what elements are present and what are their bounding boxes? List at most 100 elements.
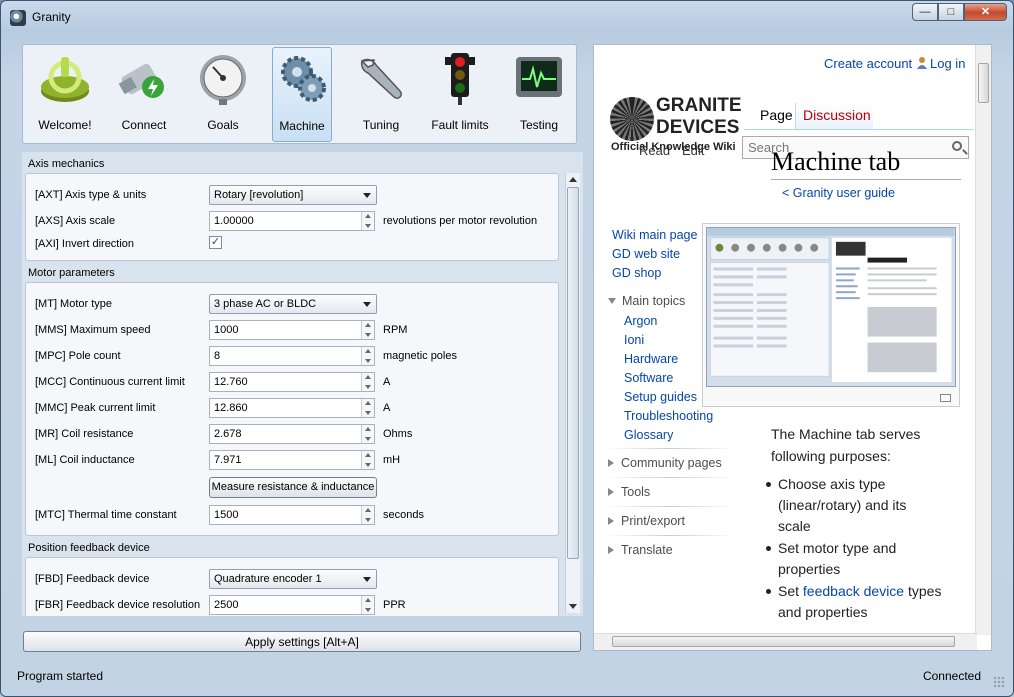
spin-buttons[interactable] (361, 399, 374, 417)
feedback-group: [FBD] Feedback device Quadrature encoder… (25, 557, 559, 616)
spin-buttons[interactable] (361, 596, 374, 614)
collapsed-icon (608, 459, 614, 467)
main-topics-header[interactable]: Main topics (608, 294, 685, 308)
spin-buttons[interactable] (361, 347, 374, 365)
spin-buttons[interactable] (361, 373, 374, 391)
tab-read[interactable]: Read (639, 143, 670, 158)
pole-count-input[interactable]: 8 (209, 346, 375, 366)
list-item: Choose axis type (linear/rotary) and its s… (766, 474, 973, 537)
apply-settings-button[interactable]: Apply settings [Alt+A] (23, 631, 581, 652)
axis-mechanics-group: [AXT] Axis type & units Rotary [revoluti… (25, 173, 559, 261)
scroll-up-icon[interactable] (569, 177, 577, 182)
power-icon (41, 57, 89, 102)
user-icon (917, 57, 927, 69)
continuous-current-input[interactable]: 12.760 (209, 372, 375, 392)
nav-wiki-main-page[interactable]: Wiki main page (612, 228, 697, 242)
tools-header[interactable]: Tools (608, 485, 650, 499)
coil-inductance-input[interactable]: 7.971 (209, 450, 375, 470)
spin-buttons[interactable] (361, 212, 374, 230)
nav-setup-guides[interactable]: Setup guides (624, 390, 697, 404)
feedback-resolution-input[interactable]: 2500 (209, 595, 375, 615)
wiki-panel: Create account Log in GRANITE DEVICES Of… (593, 44, 992, 651)
axis-type-select[interactable]: Rotary [revolution] (209, 185, 377, 205)
peak-current-input[interactable]: 12.860 (209, 398, 375, 418)
create-account-link[interactable]: Create account (824, 56, 912, 71)
maximize-button[interactable]: □ (938, 3, 964, 21)
motor-type-select[interactable]: 3 phase AC or BLDC (209, 294, 377, 314)
log-in-link[interactable]: Log in (930, 56, 965, 71)
granite-devices-logo[interactable]: GRANITE DEVICES Official Knowledge Wiki (610, 95, 742, 155)
tab-discussion[interactable]: Discussion (795, 103, 873, 129)
feedback-header: Position feedback device (28, 542, 150, 554)
nav-software[interactable]: Software (624, 371, 673, 385)
max-speed-input[interactable]: 1000 (209, 320, 375, 340)
tab-machine[interactable]: Machine (272, 47, 332, 142)
breadcrumb[interactable]: < Granity user guide (782, 186, 895, 200)
granity-window: Granity — □ ✕ Welcome! Connect Goals Mac… (0, 0, 1014, 697)
list-item: Set motor type and properties (766, 538, 973, 580)
print-export-header[interactable]: Print/export (608, 514, 685, 528)
tab-testing[interactable]: Testing (509, 47, 569, 142)
thermal-constant-input[interactable]: 1500 (209, 505, 375, 525)
chevron-down-icon (363, 577, 371, 582)
translate-header[interactable]: Translate (608, 543, 673, 557)
collapsed-icon (608, 517, 614, 525)
coil-resistance-input[interactable]: 2.678 (209, 424, 375, 444)
settings-scrollbar[interactable] (565, 173, 580, 613)
resize-grip[interactable] (993, 676, 1005, 688)
machine-tab-screenshot-thumbnail[interactable] (702, 223, 960, 407)
feedback-device-select[interactable]: Quadrature encoder 1 (209, 569, 377, 589)
tab-page[interactable]: Page (752, 103, 794, 129)
nav-troubleshooting[interactable]: Troubleshooting (624, 409, 713, 423)
tab-fault-limits[interactable]: Fault limits (430, 47, 490, 142)
tab-connect[interactable]: Connect (114, 47, 174, 142)
nav-hardware[interactable]: Hardware (624, 352, 678, 366)
enlarge-icon[interactable] (940, 394, 951, 402)
tab-goals[interactable]: Goals (193, 47, 253, 142)
nav-ioni[interactable]: Ioni (624, 333, 644, 347)
tab-edit[interactable]: Edit (682, 143, 704, 158)
nav-argon[interactable]: Argon (624, 314, 657, 328)
spin-buttons[interactable] (361, 451, 374, 469)
collapsed-icon (608, 488, 614, 496)
spin-buttons[interactable] (361, 321, 374, 339)
page-title: Machine tab (771, 147, 901, 176)
community-pages-header[interactable]: Community pages (608, 456, 722, 470)
nav-gd-web-site[interactable]: GD web site (612, 247, 680, 261)
measure-button[interactable]: Measure resistance & inductance (209, 477, 377, 498)
minimize-button[interactable]: — (912, 3, 938, 21)
oscilloscope-icon (516, 57, 562, 97)
nav-gd-shop[interactable]: GD shop (612, 266, 661, 280)
scrollbar-thumb[interactable] (612, 636, 955, 647)
wiki-vertical-scrollbar[interactable] (975, 45, 991, 635)
traffic-light-icon (445, 53, 475, 105)
axis-mechanics-header: Axis mechanics (28, 158, 105, 170)
wrench-icon (360, 58, 402, 99)
axis-scale-input[interactable]: 1.00000 (209, 211, 375, 231)
tab-welcome[interactable]: Welcome! (35, 47, 95, 142)
gears-icon (281, 56, 326, 102)
feedback-device-link[interactable]: feedback device (803, 583, 904, 599)
chevron-down-icon (363, 302, 371, 307)
motor-parameters-header: Motor parameters (28, 267, 115, 279)
scroll-down-icon[interactable] (569, 604, 577, 609)
main-toolbar: Welcome! Connect Goals Machine Tuning Fa… (22, 44, 577, 144)
tab-tuning[interactable]: Tuning (351, 47, 411, 142)
nav-glossary[interactable]: Glossary (624, 428, 673, 442)
invert-direction-checkbox[interactable]: ✓ (209, 236, 222, 249)
list-item: Set feedback device types and properties (766, 581, 973, 623)
chevron-down-icon (363, 193, 371, 198)
title-bar[interactable]: Granity — □ ✕ (1, 1, 1013, 33)
expanded-icon (608, 298, 616, 304)
gauge-icon (200, 55, 246, 105)
spin-buttons[interactable] (361, 425, 374, 443)
scrollbar-thumb[interactable] (567, 187, 579, 559)
wiki-horizontal-scrollbar[interactable] (594, 633, 977, 650)
search-icon[interactable] (952, 141, 962, 151)
spin-buttons[interactable] (361, 506, 374, 524)
connection-status: Connected (922, 669, 981, 683)
scrollbar-thumb[interactable] (978, 63, 989, 103)
intro-line-1: The Machine tab serves (771, 426, 921, 442)
app-icon (10, 10, 26, 26)
close-button[interactable]: ✕ (964, 3, 1007, 21)
